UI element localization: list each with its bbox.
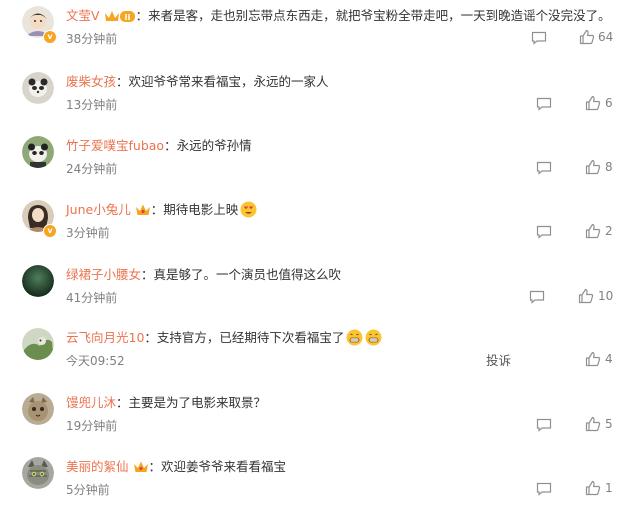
- like-count: 8: [605, 160, 613, 174]
- comment-item: 馒兜儿沐：主要是为了电影来取景？ 19分钟前 5: [0, 387, 629, 451]
- comment-separator: ：: [148, 459, 162, 474]
- like-icon[interactable]: [585, 416, 601, 432]
- comment-list: v 文莹V II ：来者是客，走也别忘带点东西走，就把爷宝粉全带走吧，一天到晚造谣个…: [0, 0, 629, 507]
- report-link[interactable]: 投诉: [486, 350, 511, 369]
- reply-icon[interactable]: [536, 481, 552, 496]
- avatar[interactable]: [22, 136, 54, 168]
- username[interactable]: 绿裙子小腰女: [66, 267, 141, 282]
- comment-item: v June小兔儿 ：期待电影上映 3分钟前 2: [0, 194, 629, 258]
- username[interactable]: 云飞向月光10: [66, 330, 144, 345]
- like-icon[interactable]: [578, 288, 594, 304]
- crown-level-badge-icon: II: [104, 9, 136, 28]
- reply-icon[interactable]: [531, 30, 547, 45]
- reply-icon[interactable]: [536, 224, 552, 239]
- like-icon[interactable]: [585, 159, 601, 175]
- username[interactable]: 馒兜儿沐: [66, 395, 116, 410]
- crown-badge-icon: [133, 460, 149, 479]
- comment-text: 主要是为了电影来取景？: [128, 395, 267, 410]
- like-icon[interactable]: [579, 29, 595, 45]
- like-count: 1: [605, 481, 613, 495]
- username[interactable]: 废柴女孩: [66, 74, 116, 89]
- avatar[interactable]: [22, 265, 54, 297]
- comment-time: 13分钟前: [66, 98, 118, 112]
- grin-emoji-icon: [346, 329, 363, 346]
- like-count: 6: [605, 96, 613, 110]
- username[interactable]: 竹子爱噗宝fubao: [66, 138, 164, 153]
- grin-emoji-icon: [365, 329, 382, 346]
- comment-item: 云飞向月光10：支持官方，已经期待下次看福宝了 今天09:52 投诉 4: [0, 322, 629, 386]
- comment-separator: ：: [116, 395, 129, 410]
- username[interactable]: 美丽的絮仙: [66, 459, 129, 474]
- comment-time: 19分钟前: [66, 419, 118, 433]
- comment-text: 永远的爷孙情: [176, 138, 252, 153]
- like-count: 5: [605, 417, 613, 431]
- reply-icon[interactable]: [536, 96, 552, 111]
- comment-text: 欢迎爷爷常来看福宝，永远的一家人: [128, 74, 329, 89]
- verified-badge: v: [43, 30, 57, 44]
- like-count: 10: [598, 289, 614, 303]
- heart-eyes-emoji-icon: [240, 201, 257, 218]
- comment-text: 真是够了。一个演员也值得这么吹: [153, 267, 342, 282]
- comment-text: 期待电影上映: [163, 202, 239, 217]
- like-icon[interactable]: [585, 351, 601, 367]
- comment-text: 来者是客，走也别忘带点东西走，就把爷宝粉全带走吧，一天到晚造谣个没完没了。: [148, 8, 611, 23]
- avatar[interactable]: [22, 72, 54, 104]
- comment-item: 美丽的絮仙 ：欢迎姜爷爷来看看福宝 5分钟前 1: [0, 451, 629, 515]
- comment-separator: ：: [141, 267, 154, 282]
- like-icon[interactable]: [585, 223, 601, 239]
- like-count: 4: [605, 352, 613, 366]
- verified-badge: v: [43, 224, 57, 238]
- comment-separator: ：: [116, 74, 129, 89]
- svg-text:II: II: [124, 13, 130, 22]
- comment-separator: ：: [150, 202, 164, 217]
- comment-item: v 文莹V II ：来者是客，走也别忘带点东西走，就把爷宝粉全带走吧，一天到晚造谣个…: [0, 0, 629, 64]
- username[interactable]: June小兔儿: [66, 202, 131, 217]
- comment-time: 41分钟前: [66, 291, 118, 305]
- like-count: 2: [605, 224, 613, 238]
- username[interactable]: 文莹V: [66, 8, 100, 23]
- comment-separator: ：: [135, 8, 149, 23]
- comment-text: 支持官方，已经期待下次看福宝了: [156, 330, 345, 345]
- comment-item: 废柴女孩：欢迎爷爷常来看福宝，永远的一家人 13分钟前 6: [0, 66, 629, 130]
- comment-text: 欢迎姜爷爷来看看福宝: [161, 459, 287, 474]
- like-count: 64: [598, 30, 614, 44]
- like-icon[interactable]: [585, 95, 601, 111]
- comment-time: 今天09:52: [66, 354, 125, 368]
- crown-badge-icon: [135, 203, 151, 222]
- comment-time: 5分钟前: [66, 483, 110, 497]
- reply-icon[interactable]: [529, 289, 545, 304]
- avatar[interactable]: [22, 457, 54, 489]
- comment-separator: ：: [164, 138, 177, 153]
- avatar[interactable]: [22, 393, 54, 425]
- like-icon[interactable]: [585, 480, 601, 496]
- avatar[interactable]: [22, 328, 54, 360]
- reply-icon[interactable]: [536, 160, 552, 175]
- comment-item: 绿裙子小腰女：真是够了。一个演员也值得这么吹 41分钟前 10: [0, 259, 629, 323]
- reply-icon[interactable]: [536, 417, 552, 432]
- comment-item: 竹子爱噗宝fubao：永远的爷孙情 24分钟前 8: [0, 130, 629, 194]
- comment-time: 24分钟前: [66, 162, 118, 176]
- comment-separator: ：: [144, 330, 157, 345]
- comment-time: 3分钟前: [66, 226, 110, 240]
- comment-time: 38分钟前: [66, 32, 118, 46]
